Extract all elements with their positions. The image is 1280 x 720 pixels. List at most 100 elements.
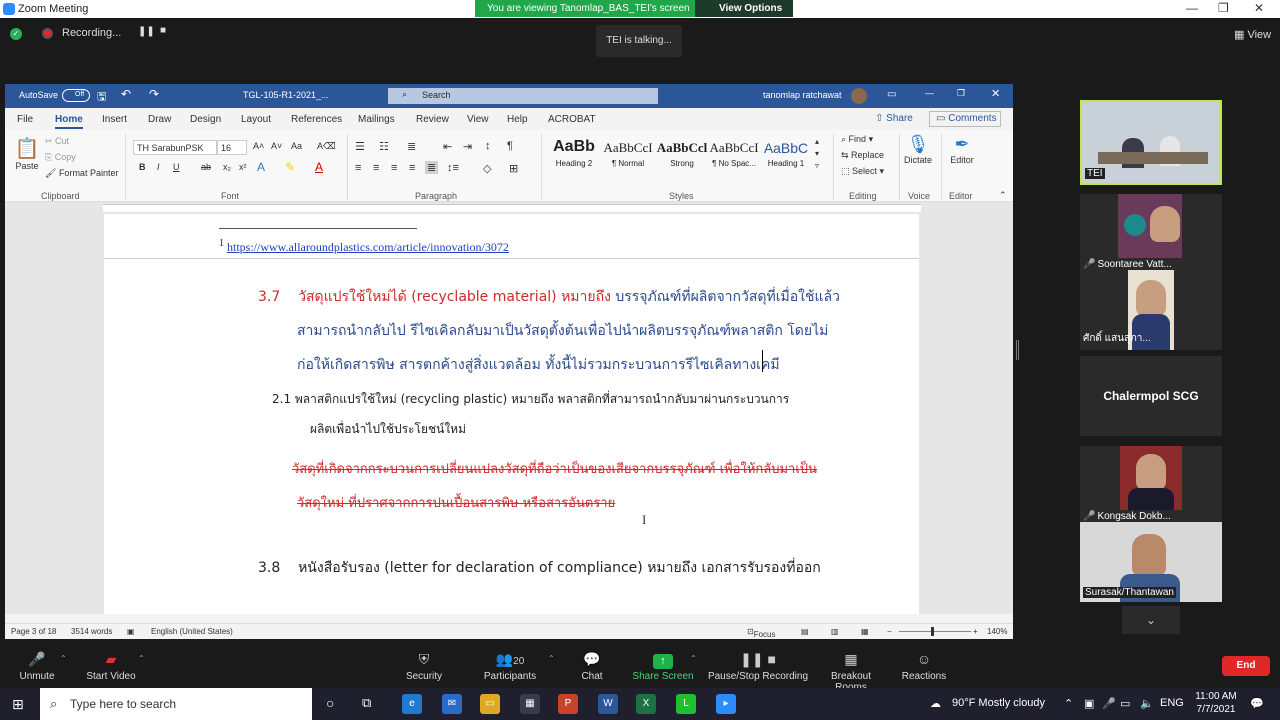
close-icon[interactable]: ✕ — [991, 87, 1000, 100]
windows-start-icon[interactable]: ⊞ — [12, 696, 24, 713]
weather-text[interactable]: 90°F Mostly cloudy — [952, 697, 1045, 709]
minimize-icon[interactable]: — — [1186, 1, 1198, 15]
maximize-icon[interactable]: ❐ — [1218, 1, 1229, 15]
breakout-rooms-button[interactable]: ▦ Breakout Rooms — [814, 651, 888, 693]
participants-button[interactable]: 👥20 Participants — [480, 651, 540, 682]
tab-design[interactable]: Design — [190, 114, 221, 125]
footnote-link[interactable]: https://www.allaroundplastics.com/articl… — [227, 240, 509, 254]
tab-view[interactable]: View — [467, 114, 489, 125]
style-normal[interactable]: AaBbCcI ¶ Normal — [601, 136, 655, 174]
thai-distributed-icon[interactable]: ≣ — [425, 161, 439, 174]
format-painter-button[interactable]: 🖌 Format Painter — [45, 168, 118, 179]
zoom-slider-thumb[interactable] — [931, 627, 934, 636]
pause-stop-recording-button[interactable]: ❚❚ ■ Pause/Stop Recording — [706, 651, 810, 682]
user-name[interactable]: tanomlap ratchawat — [763, 90, 842, 100]
numbering-icon[interactable]: ☷ — [379, 140, 389, 153]
tab-insert[interactable]: Insert — [102, 114, 127, 125]
dictate-button[interactable]: 🎙 Dictate — [903, 134, 933, 165]
word-count[interactable]: 3514 words — [71, 627, 112, 636]
read-mode-icon[interactable]: ▤ — [801, 627, 809, 636]
autosave-toggle[interactable]: Off — [62, 89, 90, 102]
powerpoint-icon[interactable]: P — [558, 694, 578, 714]
sort-icon[interactable]: ↕ — [485, 140, 491, 152]
task-view-icon[interactable]: ⧉ — [362, 695, 371, 711]
chevron-up-icon[interactable]: ⌃ — [138, 654, 145, 663]
tab-acrobat[interactable]: ACROBAT — [548, 114, 596, 125]
search-box[interactable]: ⌕ Search — [388, 88, 658, 104]
tab-file[interactable]: File — [17, 114, 33, 125]
participant-tile[interactable]: Chalermpol SCG — [1080, 356, 1222, 436]
meeting-tray-icon[interactable]: ▣ — [1084, 697, 1094, 710]
language-indicator[interactable]: ENG — [1160, 697, 1184, 709]
increase-indent-icon[interactable]: ⇥ — [463, 140, 472, 153]
reactions-button[interactable]: ☺ Reactions — [900, 651, 948, 682]
justify-icon[interactable]: ≡ — [409, 162, 415, 174]
horizontal-ruler[interactable] — [5, 202, 1013, 214]
participant-tile[interactable]: 🎤 Kongsak Dokb... — [1080, 446, 1222, 526]
more-participants-button[interactable]: ⌄ — [1122, 606, 1180, 634]
align-left-icon[interactable]: ≡ — [355, 162, 361, 174]
decrease-indent-icon[interactable]: ⇤ — [443, 140, 452, 153]
restore-icon[interactable]: ❐ — [957, 88, 965, 99]
multilevel-list-icon[interactable]: ≣ — [407, 140, 416, 153]
avatar[interactable] — [851, 88, 867, 104]
cut-button[interactable]: ✂ Cut — [45, 136, 69, 147]
start-video-button[interactable]: ▰ Start Video — [84, 651, 138, 682]
web-layout-icon[interactable]: ▦ — [861, 627, 869, 636]
share-screen-button[interactable]: ↑ Share Screen — [632, 651, 694, 682]
proofing-icon[interactable]: ▣ — [127, 627, 135, 636]
volume-icon[interactable]: 🔈 — [1140, 697, 1154, 710]
clear-format-icon[interactable]: A⌫ — [317, 141, 336, 152]
line-icon[interactable]: L — [676, 694, 696, 714]
document-title[interactable]: TGL-105-R1-2021_... — [243, 90, 329, 100]
editor-button[interactable]: ✒ Editor — [947, 134, 977, 165]
bullets-icon[interactable]: ☰ — [355, 140, 365, 153]
shield-icon[interactable]: ✓ — [10, 28, 22, 40]
focus-button[interactable]: ⊡ Focus — [747, 627, 776, 639]
panel-splitter[interactable] — [1016, 340, 1019, 360]
strikethrough-icon[interactable]: ab — [201, 162, 211, 172]
shrink-font-icon[interactable]: A˅ — [271, 141, 282, 151]
zoom-level[interactable]: 140% — [987, 627, 1007, 636]
weather-icon[interactable]: ☁ — [930, 697, 941, 710]
tab-review[interactable]: Review — [416, 114, 449, 125]
participant-tile[interactable]: TEI — [1080, 100, 1222, 185]
end-button[interactable]: End — [1222, 656, 1270, 676]
text-effects-icon[interactable]: A — [257, 160, 265, 174]
style-heading-2[interactable]: AaBb Heading 2 — [547, 136, 601, 174]
excel-icon[interactable]: X — [636, 694, 656, 714]
vertical-ruler[interactable] — [5, 214, 17, 614]
change-case-icon[interactable]: Aa — [291, 141, 302, 151]
borders-icon[interactable]: ⊞ — [509, 162, 518, 175]
participant-tile[interactable]: ศักดิ์ แสนสุภา... — [1080, 270, 1222, 350]
pilcrow-icon[interactable]: ¶ — [507, 140, 513, 152]
store-icon[interactable]: ▦ — [520, 694, 540, 714]
chevron-up-icon[interactable]: ⌃ — [1064, 697, 1073, 710]
font-name-dropdown[interactable]: TH SarabunPSK — [133, 140, 217, 155]
chat-button[interactable]: 💬 Chat — [572, 651, 612, 682]
notification-icon[interactable]: 💬 — [1250, 697, 1264, 710]
tab-mailings[interactable]: Mailings — [358, 114, 395, 125]
font-color-icon[interactable]: A — [315, 160, 323, 174]
ribbon-display-icon[interactable]: ▭ — [887, 89, 896, 100]
word-icon[interactable]: W — [598, 694, 618, 714]
copy-button[interactable]: ⎘ Copy — [45, 152, 76, 163]
participant-tile[interactable]: Surasak/Thantawan — [1080, 522, 1222, 602]
redo-icon[interactable]: ↷ — [149, 87, 159, 101]
page-count[interactable]: Page 3 of 18 — [11, 627, 56, 636]
print-layout-icon[interactable]: ▥ — [831, 627, 839, 636]
chevron-up-icon[interactable]: ⌃ — [60, 654, 67, 663]
align-right-icon[interactable]: ≡ — [391, 162, 397, 174]
language[interactable]: English (United States) — [151, 627, 233, 636]
view-button[interactable]: ▦ View — [1234, 28, 1271, 41]
edge-icon[interactable]: e — [402, 694, 422, 714]
file-explorer-icon[interactable]: ▭ — [480, 694, 500, 714]
italic-icon[interactable]: I — [157, 162, 160, 172]
underline-icon[interactable]: U — [173, 162, 180, 172]
tab-draw[interactable]: Draw — [148, 114, 171, 125]
clock[interactable]: 11:00 AM 7/7/2021 — [1192, 690, 1240, 716]
style-strong[interactable]: AaBbCcl Strong — [655, 136, 709, 174]
microphone-tray-icon[interactable]: 🎤 — [1102, 697, 1116, 710]
zoom-out-icon[interactable]: − — [887, 627, 892, 636]
chevron-up-icon[interactable]: ⌃ — [690, 654, 697, 663]
